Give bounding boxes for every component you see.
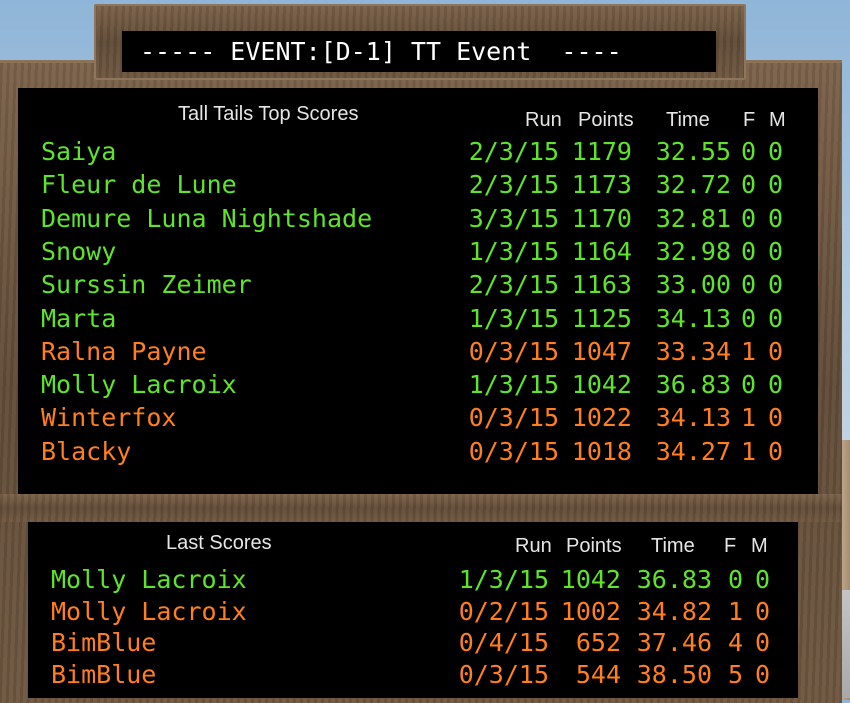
row-m: 0 <box>768 336 784 366</box>
last-col-m: M <box>751 535 768 557</box>
row-name: Molly Lacroix <box>51 596 247 626</box>
last-col-f: F <box>724 535 737 557</box>
row-name: Surssin Zeimer <box>41 270 252 300</box>
last-col-points: Points <box>566 535 622 557</box>
row-name: Demure Luna Nightshade <box>41 203 373 233</box>
row-time: 33.34 <box>655 336 731 366</box>
row-name: Winterfox <box>41 403 177 433</box>
row-name: Saiya <box>41 137 117 166</box>
top-scores-heading: Tall Tails Top Scores <box>178 103 359 125</box>
row-m: 0 <box>755 565 771 594</box>
row-f: 0 <box>741 303 757 333</box>
row-f: 1 <box>741 336 757 366</box>
row-time: 32.55 <box>655 137 731 166</box>
last-col-run: Run <box>515 535 552 557</box>
row-name: Snowy <box>41 236 117 266</box>
row-f: 0 <box>741 270 757 300</box>
top-col-points: Points <box>578 109 634 131</box>
board-divider <box>0 494 842 522</box>
row-time: 33.00 <box>655 270 731 300</box>
row-f: 1 <box>728 596 744 626</box>
row-time: 36.83 <box>636 565 712 594</box>
row-m: 0 <box>768 137 784 166</box>
top-col-m: M <box>769 109 786 131</box>
row-f: 0 <box>741 137 757 166</box>
last-scores-heading: Last Scores <box>166 532 272 554</box>
row-time: 34.13 <box>655 303 731 333</box>
event-title: ----- EVENT:[D-1] TT Event ---- <box>140 37 622 66</box>
top-col-f: F <box>743 109 756 131</box>
row-time: 32.81 <box>655 203 731 233</box>
row-m: 0 <box>768 370 784 400</box>
row-m: 0 <box>768 436 784 466</box>
row-f: 0 <box>741 370 757 400</box>
row-f: 1 <box>741 403 757 433</box>
row-m: 0 <box>755 596 771 626</box>
row-m: 0 <box>768 270 784 300</box>
row-time: 34.13 <box>655 403 731 433</box>
row-time: 38.50 <box>636 659 712 689</box>
row-time: 34.82 <box>636 596 712 626</box>
row-time: 37.46 <box>636 628 712 657</box>
row-m: 0 <box>768 303 784 333</box>
row-name: BimBlue <box>51 659 157 689</box>
row-m: 0 <box>755 628 771 657</box>
row-name: Marta <box>41 303 117 333</box>
row-m: 0 <box>768 403 784 433</box>
row-f: 0 <box>741 203 757 233</box>
row-f: 0 <box>741 236 757 266</box>
row-time: 34.27 <box>655 436 731 466</box>
row-name: Ralna Payne <box>41 336 207 366</box>
last-col-time: Time <box>651 535 695 557</box>
row-m: 0 <box>768 170 784 200</box>
top-col-time: Time <box>666 109 710 131</box>
row-name: Fleur de Lune <box>41 170 237 200</box>
row-f: 0 <box>741 170 757 200</box>
row-f: 1 <box>741 436 757 466</box>
row-f: 0 <box>728 565 744 594</box>
row-name: Blacky <box>41 436 132 466</box>
top-col-run: Run <box>525 109 562 131</box>
row-time: 32.72 <box>655 170 731 200</box>
row-m: 0 <box>755 659 771 689</box>
row-name: Molly Lacroix <box>51 565 247 594</box>
row-time: 36.83 <box>655 370 731 400</box>
row-time: 32.98 <box>655 236 731 266</box>
row-name: BimBlue <box>51 628 157 657</box>
row-name: Molly Lacroix <box>41 370 237 400</box>
row-m: 0 <box>768 203 784 233</box>
row-m: 0 <box>768 236 784 266</box>
row-f: 4 <box>728 628 744 657</box>
row-f: 5 <box>728 659 744 689</box>
